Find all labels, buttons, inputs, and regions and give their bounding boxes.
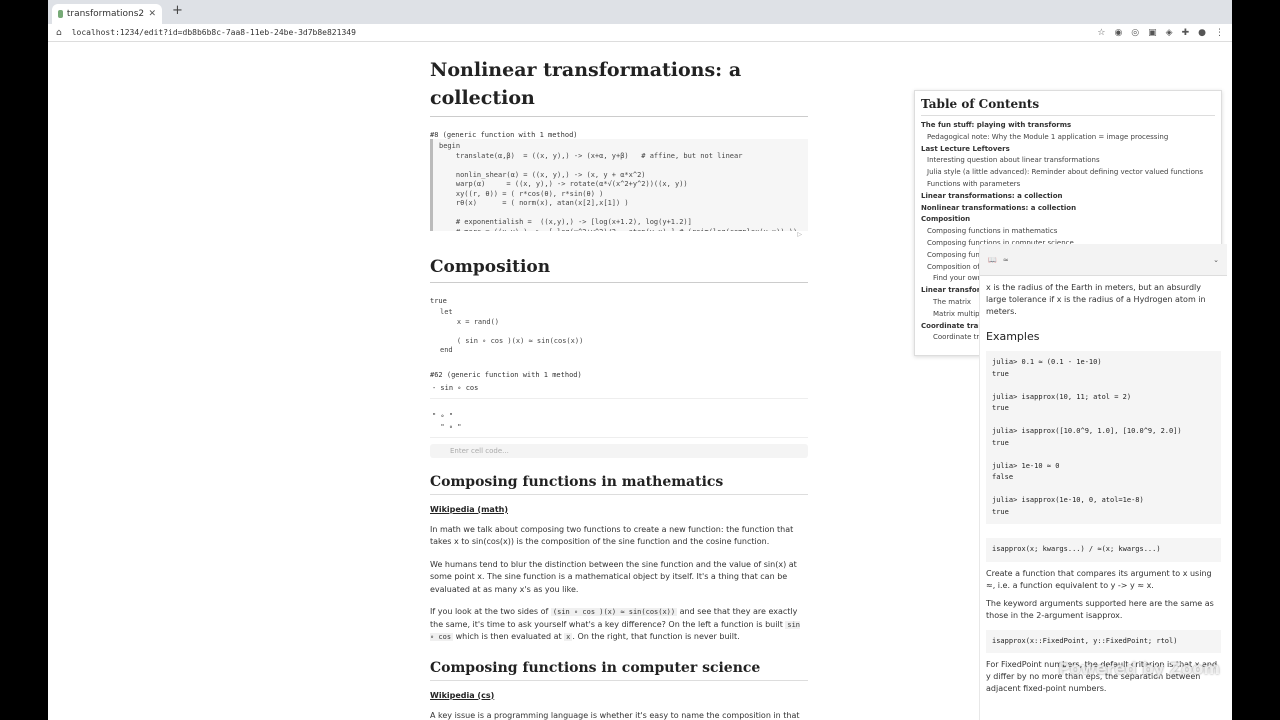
run-cell-button[interactable]: ▷ [430, 231, 808, 239]
paragraph-text: . On the right, that function is never b… [572, 632, 740, 641]
paragraph: If you look at the two sides of (sin ∘ c… [430, 606, 808, 644]
notebook-column: Nonlinear transformations: a collection … [430, 42, 808, 720]
bookmark-star-icon[interactable]: ☆ [1097, 28, 1105, 38]
live-docs-header[interactable]: 📖 ≈ ⌄ [980, 244, 1227, 276]
composition-heading: Composition [430, 257, 808, 283]
extension-icon[interactable]: ◈ [1166, 28, 1173, 38]
wikipedia-cs-link[interactable]: Wikipedia (cs) [430, 691, 808, 700]
doc-paragraph: Create a function that compares its argu… [986, 568, 1212, 590]
toc-item[interactable]: Functions with parameters [921, 179, 1215, 191]
doc-paragraph: The keyword arguments supported here are… [986, 598, 1214, 620]
live-docs-body: x is the radius of the Earth in meters, … [980, 282, 1227, 695]
pluto-favicon-icon [58, 10, 63, 18]
code-cell[interactable]: - sin ∘ cos [430, 379, 808, 399]
code-cell[interactable]: begin translate(α,β) = ((x, y),) -> (x+α… [430, 139, 808, 231]
tab-title: transformations2.jl ⚡ Pluto.jl [66, 9, 145, 19]
toc-item[interactable]: Nonlinear transformations: a collection [921, 203, 1215, 215]
paragraph: We humans tend to blur the distinction b… [430, 559, 797, 594]
cell-output: #62 (generic function with 1 method) [430, 370, 582, 379]
toc-item[interactable]: Julia style (a little advanced): Reminde… [921, 167, 1215, 179]
toc-item[interactable]: Linear transformations: a collection [921, 191, 1215, 203]
cell-output: #8 (generic function with 1 method) [430, 131, 578, 139]
toc-item[interactable]: Interesting question about linear transf… [921, 155, 1215, 167]
section-heading: Composing functions in mathematics [430, 474, 808, 495]
paragraph-text: If you look at the two sides of [430, 607, 549, 616]
wikipedia-math-link[interactable]: Wikipedia (math) [430, 505, 808, 514]
toc-item[interactable]: Pedagogical note: Why the Module 1 appli… [921, 132, 1215, 144]
zoom-watermark: Powered by Zoom [1058, 659, 1220, 678]
section-heading: Composing functions in computer science [430, 660, 808, 681]
toc-item[interactable]: Last Lecture Leftovers [921, 144, 1215, 156]
examples-heading: Examples [986, 330, 1040, 343]
paragraph: A key issue is a programming language is… [430, 710, 800, 720]
docs-icon: 📖 [988, 255, 997, 264]
toc-item[interactable]: The fun stuff: playing with transforms [921, 120, 1215, 132]
doc-paragraph: x is the radius of the Earth in meters, … [986, 283, 1206, 316]
browser-tab-strip: transformations2.jl ⚡ Pluto.jl ✕ + [48, 0, 1232, 24]
signature-code: isapprox(x::FixedPoint, y::FixedPoint; r… [986, 629, 1221, 653]
address-bar: ⌂ localhost:1234/edit?id=db8b6b8c-7aa8-1… [48, 24, 1232, 42]
url-field[interactable]: localhost:1234/edit?id=db8b6b8c-7aa8-11e… [72, 28, 356, 37]
toc-item[interactable]: Composition [921, 214, 1215, 226]
paragraph: In math we talk about composing two func… [430, 524, 794, 547]
chevron-down-icon[interactable]: ⌄ [1213, 256, 1219, 264]
signature-code: isapprox(x; kwargs...) / ≈(x; kwargs...) [986, 538, 1221, 562]
puzzle-icon[interactable]: ✚ [1182, 28, 1190, 38]
avatar-icon[interactable]: ● [1198, 28, 1206, 38]
extension-icon[interactable]: ◉ [1114, 28, 1122, 38]
code-cell[interactable]: " ∘ " " ∘ " [430, 407, 808, 438]
extension-icon[interactable]: ◎ [1131, 28, 1139, 38]
home-icon[interactable]: ⌂ [56, 28, 62, 38]
toc-title: Table of Contents [921, 97, 1215, 116]
docs-query: ≈ [1002, 255, 1009, 264]
section-title: Nonlinear transformations: a collection [430, 56, 808, 117]
empty-code-cell[interactable]: Enter cell code... [430, 443, 808, 458]
inline-code: (sin ∘ cos )(x) ≈ sin(cos(x)) [550, 608, 678, 616]
extension-icon[interactable]: ▣ [1148, 28, 1157, 38]
toc-item[interactable]: Composing functions in mathematics [921, 226, 1215, 238]
cell-output: true [430, 297, 447, 305]
examples-code: julia> 0.1 ≈ (0.1 - 1e-10) true julia> i… [986, 351, 1221, 524]
code-cell[interactable]: let x = rand() ( sin ∘ cos )(x) ≈ sin(co… [430, 305, 808, 359]
menu-icon[interactable]: ⋮ [1215, 28, 1224, 38]
browser-tab[interactable]: transformations2.jl ⚡ Pluto.jl ✕ [52, 4, 162, 24]
extension-icons: ☆ ◉ ◎ ▣ ◈ ✚ ● ⋮ [1097, 28, 1224, 38]
notebook-page: Nonlinear transformations: a collection … [48, 42, 1232, 720]
new-tab-icon[interactable]: + [172, 3, 183, 18]
paragraph-text: which is then evaluated at [455, 632, 562, 641]
live-docs-panel: 📖 ≈ ⌄ x is the radius of the Earth in me… [979, 244, 1227, 720]
close-tab-icon[interactable]: ✕ [148, 9, 156, 19]
